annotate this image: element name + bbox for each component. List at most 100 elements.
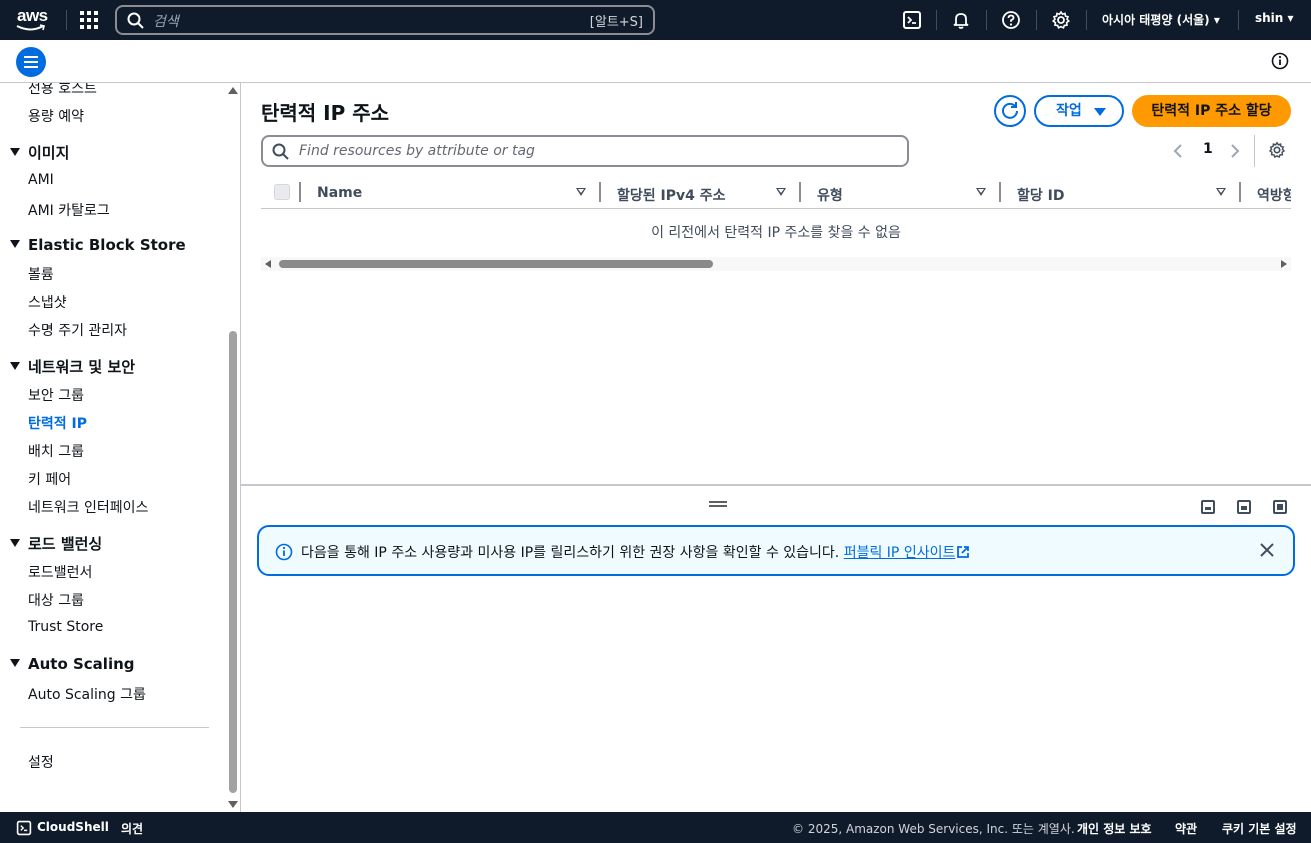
sidebar-item-dedicated-hosts[interactable]: 전용 호스트 [28, 83, 97, 98]
sidebar-item-settings[interactable]: 설정 [28, 752, 54, 772]
region-label: 아시아 태평양 (서울) [1102, 13, 1210, 27]
sidebar-item-snapshots[interactable]: 스냅샷 [28, 292, 67, 312]
nav-divider [986, 10, 987, 30]
scroll-up-arrow-icon[interactable] [228, 87, 238, 94]
scrollbar-thumb[interactable] [279, 260, 713, 268]
scroll-down-arrow-icon[interactable] [228, 801, 238, 808]
gear-icon[interactable] [1051, 10, 1071, 30]
sidebar-item-volumes[interactable]: 볼륨 [28, 264, 54, 284]
terms-link[interactable]: 약관 [1175, 820, 1197, 837]
sidebar-item-capacity-reservations[interactable]: 용량 예약 [28, 106, 84, 126]
cloudshell-icon[interactable] [16, 820, 32, 836]
sidebar-item-trust-stores[interactable]: Trust Store [28, 619, 103, 635]
external-link-icon [957, 546, 970, 558]
table-header: Name 할당된 IPv4 주소 유형 할당 ID 역방향 [261, 179, 1291, 209]
sidebar-section-network-security[interactable]: 네트워크 및 보안 [10, 356, 135, 377]
sidebar-item-lifecycle-manager[interactable]: 수명 주기 관리자 [28, 320, 127, 340]
section-label: Elastic Block Store [28, 236, 186, 254]
column-header-allocation-id[interactable]: 할당 ID [1017, 185, 1064, 205]
chevron-right-icon[interactable] [1229, 143, 1241, 159]
sidebar-section-auto-scaling[interactable]: Auto Scaling [10, 655, 135, 673]
actions-dropdown-button[interactable]: 작업 [1034, 95, 1124, 127]
sidebar-divider [20, 727, 209, 728]
region-selector[interactable]: 아시아 태평양 (서울) ▾ [1102, 11, 1220, 28]
sidebar-section-ebs[interactable]: Elastic Block Store [10, 236, 186, 254]
apps-grid-icon[interactable] [80, 11, 98, 29]
column-divider[interactable] [999, 182, 1001, 202]
allocate-elastic-ip-button[interactable]: 탄력적 IP 주소 할당 [1132, 95, 1291, 127]
sidebar-item-key-pairs[interactable]: 키 페어 [28, 469, 71, 489]
split-panel-divider [241, 484, 1311, 486]
sidebar-scrollbar[interactable] [227, 83, 240, 812]
scroll-right-arrow-icon[interactable] [1281, 260, 1287, 268]
panel-bottom-icon[interactable] [1201, 500, 1215, 514]
resize-handle-icon[interactable] [709, 501, 727, 507]
nav-divider [936, 10, 937, 30]
nav-divider [1036, 10, 1037, 30]
sort-icon[interactable] [776, 188, 786, 196]
refresh-button[interactable] [994, 95, 1026, 127]
column-header-name[interactable]: Name [317, 185, 362, 201]
section-label: 이미지 [28, 144, 70, 162]
user-menu[interactable]: shin ▾ [1255, 11, 1294, 25]
info-icon[interactable] [1271, 52, 1289, 70]
chevron-left-icon[interactable] [1172, 143, 1184, 159]
caret-down-icon [10, 362, 20, 370]
footer: CloudShell 의견 © 2025, Amazon Web Service… [0, 812, 1311, 843]
panel-side-icon[interactable] [1237, 500, 1251, 514]
scroll-left-arrow-icon[interactable] [265, 260, 271, 268]
public-ip-insights-link[interactable]: 퍼블릭 IP 인사이트 [844, 545, 971, 561]
select-all-checkbox[interactable] [274, 184, 290, 200]
sidebar-item-security-groups[interactable]: 보안 그룹 [28, 385, 84, 405]
column-divider [299, 182, 301, 202]
sidebar-section-images[interactable]: 이미지 [10, 142, 69, 163]
nav-divider [1086, 10, 1087, 30]
table-settings-gear-icon[interactable] [1268, 141, 1286, 159]
privacy-link[interactable]: 개인 정보 보호 [1077, 820, 1152, 837]
sort-icon[interactable] [576, 188, 586, 196]
sidebar-item-load-balancers[interactable]: 로드밸런서 [28, 562, 92, 582]
section-label: 네트워크 및 보안 [28, 358, 136, 376]
column-header-ipv4[interactable]: 할당된 IPv4 주소 [617, 185, 726, 205]
menu-toggle-button[interactable] [16, 47, 46, 77]
close-icon[interactable] [1259, 542, 1275, 558]
search-bar[interactable]: 검색 [알트+S] [115, 5, 655, 35]
aws-logo[interactable]: aws [14, 6, 50, 34]
column-divider[interactable] [1239, 182, 1241, 202]
filter-placeholder: Find resources by attribute or tag [299, 143, 535, 159]
flash-message-text: 다음을 통해 IP 주소 사용량과 미사용 IP를 릴리스하기 위한 권장 사항… [301, 542, 970, 562]
page-number[interactable]: 1 [1203, 141, 1213, 157]
column-header-type[interactable]: 유형 [817, 185, 843, 205]
cloudshell-icon[interactable] [902, 10, 922, 30]
column-divider[interactable] [599, 182, 601, 202]
column-header-reverse-dns[interactable]: 역방향 [1257, 185, 1291, 205]
column-divider[interactable] [799, 182, 801, 202]
bell-icon[interactable] [951, 10, 971, 30]
sidebar-item-network-interfaces[interactable]: 네트워크 인터페이스 [28, 497, 148, 517]
sidebar-item-ami-catalog[interactable]: AMI 카탈로그 [28, 200, 110, 220]
scrollbar-thumb[interactable] [229, 331, 237, 793]
sort-icon[interactable] [1216, 188, 1226, 196]
aws-smile-icon [16, 24, 45, 31]
link-label: 퍼블릭 IP 인사이트 [843, 545, 956, 561]
caret-down-icon [10, 539, 20, 547]
sidebar-item-target-groups[interactable]: 대상 그룹 [28, 590, 84, 610]
help-icon[interactable] [1001, 10, 1021, 30]
sidebar-item-elastic-ips[interactable]: 탄력적 IP [28, 413, 87, 433]
sidebar-item-auto-scaling-groups[interactable]: Auto Scaling 그룹 [28, 684, 146, 704]
table-horizontal-scrollbar[interactable] [261, 257, 1291, 271]
sidebar-item-placement-groups[interactable]: 배치 그룹 [28, 441, 84, 461]
sidebar-section-load-balancing[interactable]: 로드 밸런싱 [10, 533, 102, 554]
feedback-link[interactable]: 의견 [121, 820, 143, 837]
sidebar-item-ami[interactable]: AMI [28, 172, 54, 188]
search-shortcut: [알트+S] [589, 15, 643, 30]
sort-icon[interactable] [976, 188, 986, 196]
nav-divider [66, 10, 67, 30]
sub-header [0, 40, 1311, 83]
cookie-preferences-link[interactable]: 쿠키 기본 설정 [1222, 820, 1297, 837]
filter-input[interactable]: Find resources by attribute or tag [261, 135, 909, 167]
cloudshell-link[interactable]: CloudShell [37, 820, 109, 834]
panel-fullscreen-icon[interactable] [1273, 500, 1287, 514]
search-icon [272, 143, 289, 160]
flash-message-body: 다음을 통해 IP 주소 사용량과 미사용 IP를 릴리스하기 위한 권장 사항… [301, 545, 840, 561]
